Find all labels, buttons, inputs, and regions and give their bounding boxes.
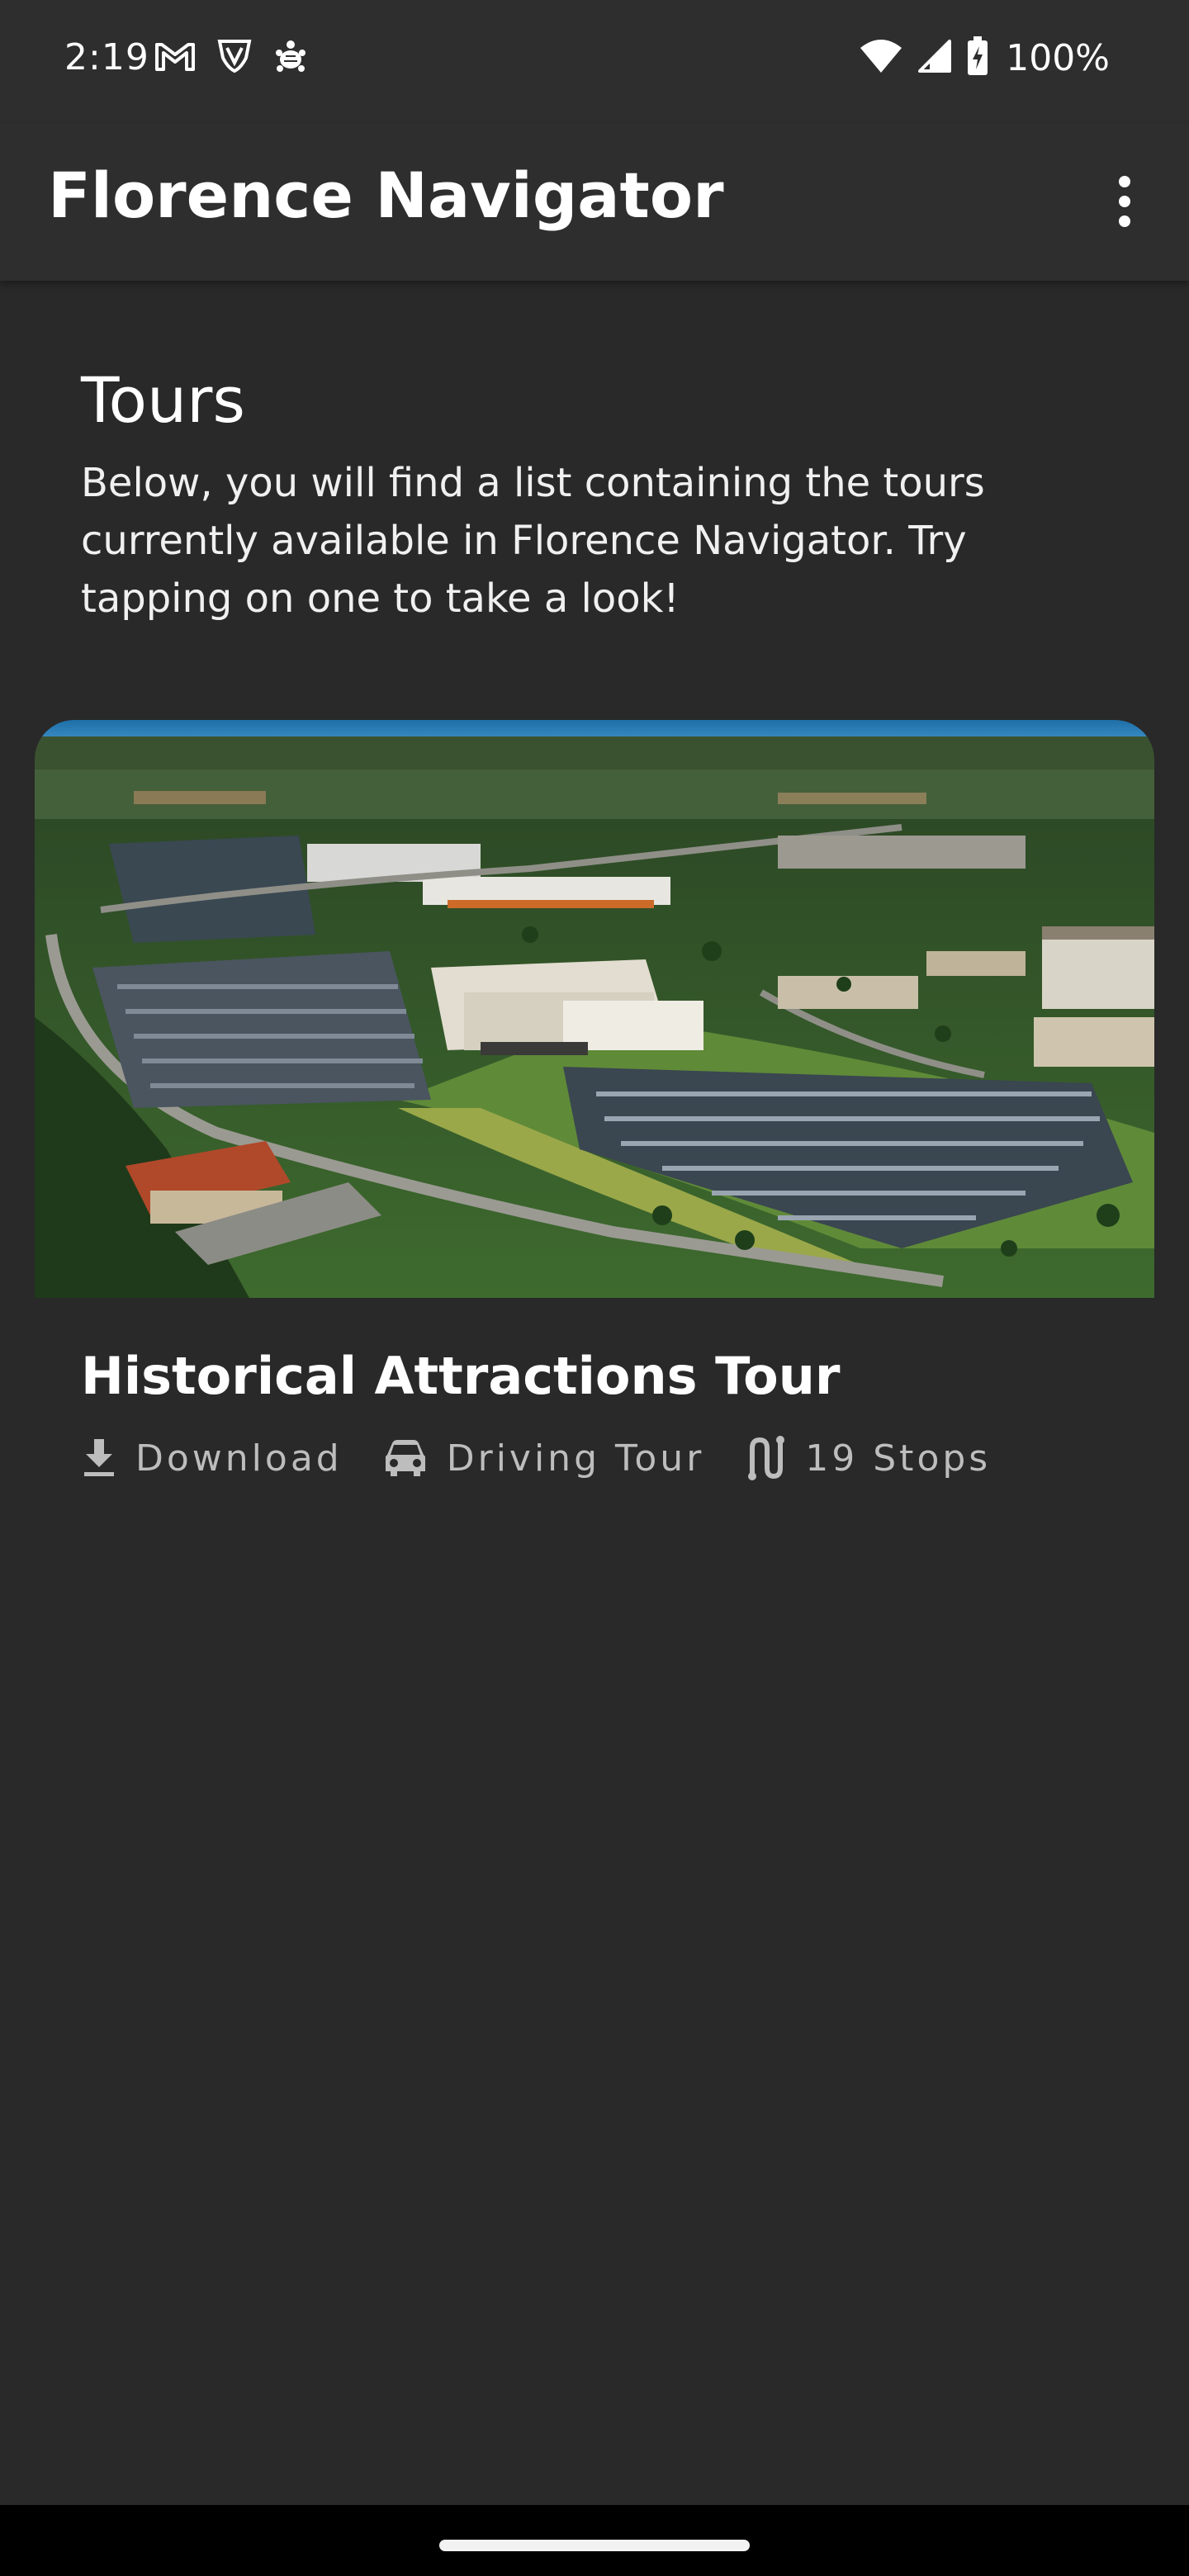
- download-icon: [84, 1439, 114, 1476]
- app-bar: Florence Navigator: [0, 124, 1189, 281]
- gmail-icon: [154, 40, 197, 73]
- status-bar: 2:19 100%: [0, 0, 1189, 124]
- status-time: 2:19: [64, 36, 149, 78]
- battery-charging-icon: [966, 36, 989, 80]
- home-gesture-handle[interactable]: [439, 2540, 750, 2551]
- menu-dot: [1119, 215, 1130, 227]
- car-icon: [385, 1440, 425, 1476]
- vpn-shield-icon: [215, 38, 254, 74]
- tour-meta-download[interactable]: Download: [81, 1437, 343, 1480]
- menu-dot: [1119, 196, 1130, 207]
- page-description: Below, you will find a list containing t…: [81, 460, 985, 622]
- tour-type-label: Driving Tour: [446, 1437, 705, 1480]
- wifi-icon: [859, 38, 903, 78]
- tour-title: Historical Attractions Tour: [81, 1346, 841, 1406]
- app-screen: 2:19 100% Florence Navigator Tours Below…: [0, 0, 1189, 2576]
- tour-image: [35, 720, 1154, 1298]
- tour-meta-type: Driving Tour: [382, 1437, 705, 1480]
- turtle-icon: [272, 38, 309, 74]
- battery-percent: 100%: [1006, 37, 1110, 79]
- stops-count-label: 19 Stops: [805, 1437, 992, 1480]
- tour-card[interactable]: Historical Attractions Tour Download Dri…: [35, 720, 1154, 1513]
- cell-signal-icon: [917, 38, 953, 78]
- app-title: Florence Navigator: [48, 159, 724, 232]
- route-icon: [748, 1436, 785, 1480]
- menu-dot: [1119, 176, 1130, 187]
- notification-icons: [154, 38, 309, 74]
- system-navigation-bar: [0, 2505, 1189, 2576]
- system-icons: 100%: [859, 36, 1110, 80]
- more-vert-icon[interactable]: [1090, 167, 1159, 236]
- page-title: Tours: [81, 363, 246, 437]
- tour-meta-stops: 19 Stops: [744, 1435, 991, 1481]
- download-label: Download: [135, 1437, 343, 1480]
- tour-meta: Download Driving Tour 19 Stops: [81, 1435, 1030, 1481]
